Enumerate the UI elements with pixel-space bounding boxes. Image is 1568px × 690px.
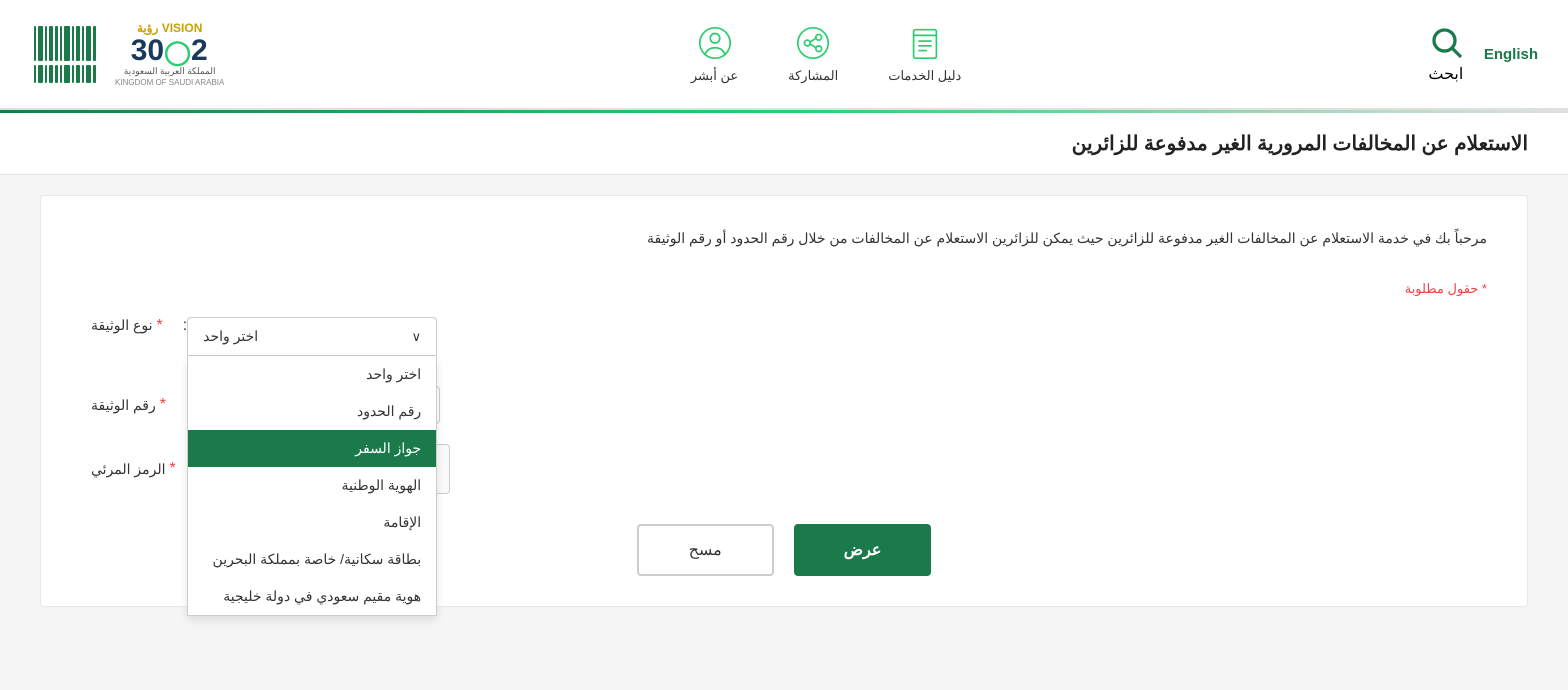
doc-type-menu: اختر واحد رقم الحدود جواز السفر الهوية ا…	[187, 356, 437, 616]
doc-number-label: رقم الوثيقة	[91, 397, 156, 414]
nav-participation[interactable]: المشاركة	[788, 24, 838, 84]
vision-logo: VISION رؤية 2◯30 المملكة العربية السعودي…	[115, 20, 224, 89]
doc-type-trigger[interactable]: ∨ اختر واحد	[187, 317, 437, 356]
option-choose[interactable]: اختر واحد	[188, 356, 436, 393]
nav-services[interactable]: دليل الخدمات	[888, 24, 961, 84]
clear-button[interactable]: مسح	[637, 524, 774, 576]
nav-about-label: عن أبشر	[691, 68, 738, 84]
person-circle-icon	[696, 24, 734, 62]
captcha-label: الرمز المرئي	[91, 461, 166, 478]
search-label: ابحث	[1428, 64, 1463, 84]
search-icon	[1428, 24, 1464, 60]
display-button[interactable]: عرض	[794, 524, 932, 576]
option-residence[interactable]: الإقامة	[188, 504, 436, 541]
required-note: * حقول مطلوبة	[81, 281, 1487, 297]
doc-type-dropdown[interactable]: ∨ اختر واحد اختر واحد رقم الحدود جواز ال…	[187, 317, 437, 356]
option-border[interactable]: رقم الحدود	[188, 393, 436, 430]
doc-type-selected-label: اختر واحد	[203, 328, 258, 345]
book-icon	[906, 24, 944, 62]
nav-participation-label: المشاركة	[788, 68, 838, 84]
header-left: ابحث English	[1428, 24, 1538, 84]
option-passport[interactable]: جواز السفر	[188, 430, 436, 467]
site-header: ابحث English عن أبشر المشاركة	[0, 0, 1568, 110]
vision-country: المملكة العربية السعودية KINGDOM OF SAUD…	[115, 66, 224, 88]
language-switch[interactable]: English	[1484, 46, 1538, 63]
option-national-id[interactable]: الهوية الوطنية	[188, 467, 436, 504]
doc-type-row: ∨ اختر واحد اختر واحد رقم الحدود جواز ال…	[81, 317, 1487, 356]
option-gulf[interactable]: هوية مقيم سعودي في دولة خليجية	[188, 578, 436, 615]
header-nav: عن أبشر المشاركة دليل الخدمات	[691, 24, 961, 84]
nav-about[interactable]: عن أبشر	[691, 24, 738, 84]
vision-year: 2◯30	[131, 36, 209, 66]
chevron-down-icon: ∨	[412, 329, 422, 345]
option-bahrain[interactable]: بطاقة سكانية/ خاصة بمملكة البحرين	[188, 541, 436, 578]
page-title-bar: الاستعلام عن المخالفات المرورية الغير مد…	[0, 113, 1568, 175]
barcode-icon	[30, 22, 100, 87]
page-title: الاستعلام عن المخالفات المرورية الغير مد…	[40, 131, 1528, 156]
doc-type-label: نوع الوثيقة	[91, 317, 152, 334]
main-content: مرحباً بك في خدمة الاستعلام عن المخالفات…	[40, 195, 1528, 607]
share-circle-icon	[794, 24, 832, 62]
search-box[interactable]: ابحث	[1428, 24, 1464, 84]
nav-services-label: دليل الخدمات	[888, 68, 961, 84]
welcome-text: مرحباً بك في خدمة الاستعلام عن المخالفات…	[81, 226, 1487, 251]
header-logo: VISION رؤية 2◯30 المملكة العربية السعودي…	[30, 20, 224, 89]
